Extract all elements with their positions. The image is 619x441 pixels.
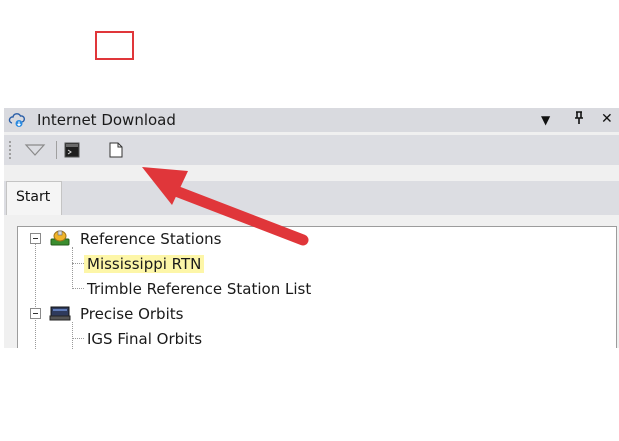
- collapse-toggle[interactable]: [30, 233, 41, 244]
- panel-titlebar: Internet Download ▼ ✕: [4, 108, 619, 132]
- collapse-toggle[interactable]: [30, 308, 41, 319]
- toolbar-grip[interactable]: [8, 140, 12, 160]
- precise-orbits-icon: [49, 306, 71, 321]
- panel-menu-button[interactable]: ▼: [541, 113, 550, 127]
- pin-button[interactable]: [574, 111, 584, 129]
- tree-node-trimble-reference-station-list[interactable]: Trimble Reference Station List: [87, 280, 311, 298]
- reference-stations-icon: [50, 230, 70, 246]
- close-button[interactable]: ✕: [601, 111, 613, 127]
- tree-node-igs-final-orbits[interactable]: IGS Final Orbits: [87, 330, 202, 348]
- tree-node-reference-stations[interactable]: Reference Stations: [80, 230, 221, 248]
- tab-start[interactable]: Start: [6, 181, 62, 215]
- tree-connector: [72, 322, 73, 349]
- internet-download-panel: Internet Download ▼ ✕ Start Reference St…: [4, 108, 619, 349]
- tab-strip: Start: [4, 181, 619, 215]
- terminal-icon[interactable]: [64, 142, 80, 158]
- tree-connector: [72, 247, 73, 289]
- new-document-icon[interactable]: [109, 142, 123, 158]
- tree-connector: [72, 338, 84, 339]
- tree-node-mississippi-rtn[interactable]: Mississippi RTN: [84, 255, 205, 273]
- pin-icon: [575, 111, 583, 124]
- tab-label: Start: [16, 189, 51, 205]
- new-document-highlight-box: [95, 31, 134, 60]
- tree-node-precise-orbits[interactable]: Precise Orbits: [80, 305, 183, 323]
- cloud-download-icon: [8, 113, 26, 127]
- toolbar-separator: [56, 141, 57, 159]
- tree-connector: [35, 239, 36, 349]
- panel-title: Internet Download: [37, 111, 176, 129]
- download-tree: Reference Stations Mississippi RTN Trimb…: [17, 226, 617, 349]
- dropdown-arrow-icon[interactable]: [24, 143, 46, 157]
- tree-connector: [72, 263, 84, 264]
- panel-toolbar: [4, 135, 619, 165]
- tree-connector: [72, 288, 84, 289]
